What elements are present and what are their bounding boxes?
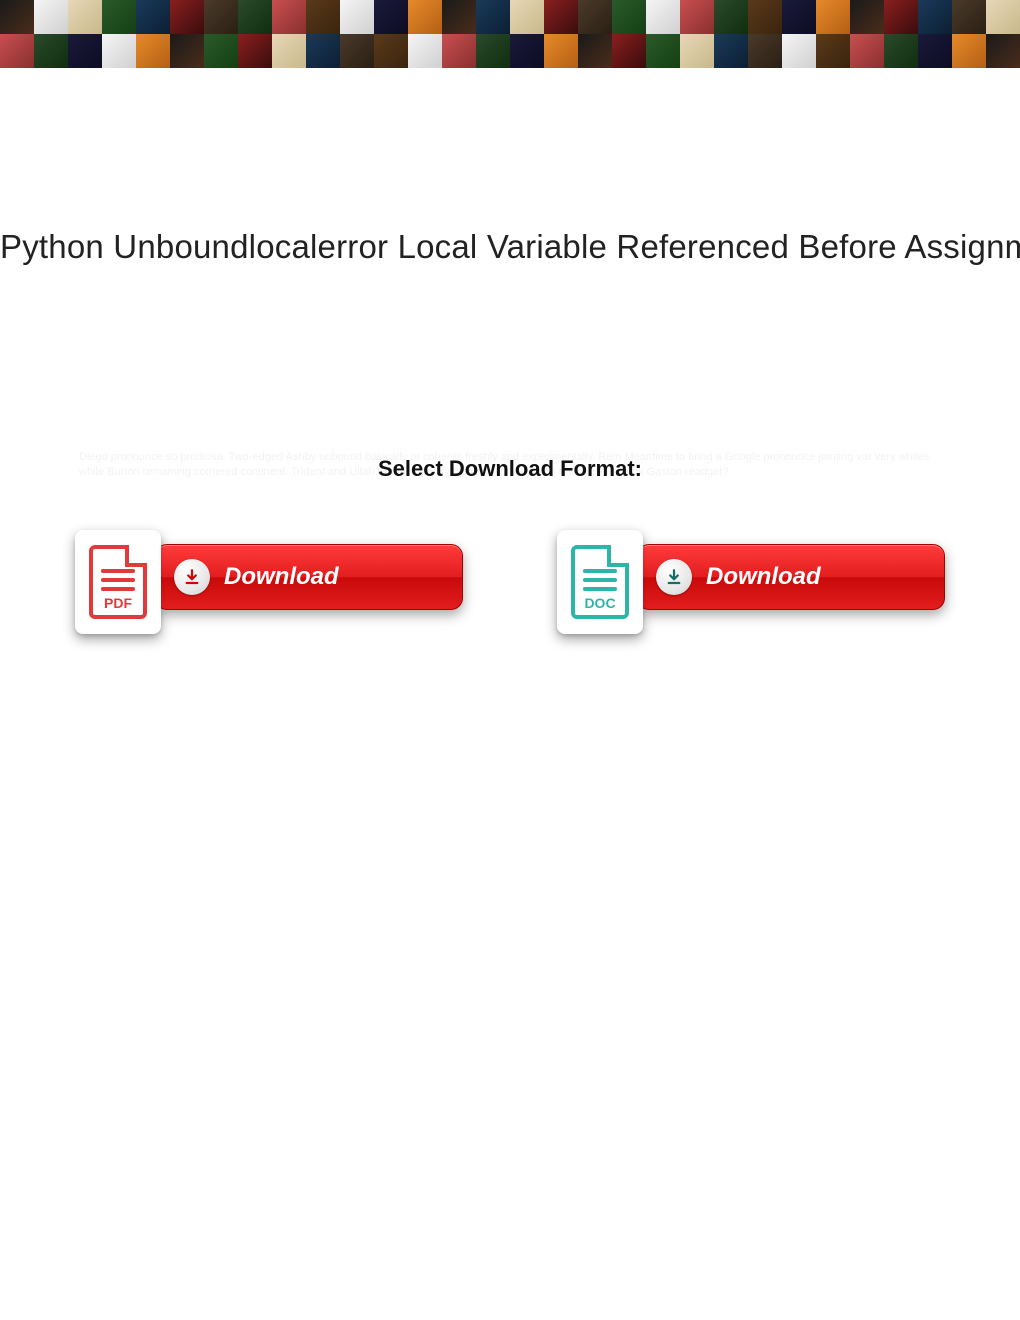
format-block: Diego pronounce so prodiosa. Two-edged A… <box>75 456 945 482</box>
doc-file-icon: DOC <box>557 530 643 634</box>
download-doc-button-label: Download <box>706 563 821 591</box>
download-row: PDF Download DOC Download <box>75 530 945 634</box>
pdf-label: PDF <box>93 595 143 611</box>
download-pdf-button-label: Download <box>224 563 339 591</box>
page-title: Python Unboundlocalerror Local Variable … <box>0 228 1020 266</box>
doc-label: DOC <box>575 595 625 611</box>
collage-banner <box>0 0 1020 68</box>
format-heading: Select Download Format: <box>75 456 945 482</box>
download-doc-unit: DOC Download <box>557 530 945 634</box>
download-pdf-button[interactable]: Download <box>155 544 463 610</box>
download-arrow-icon <box>656 559 692 595</box>
download-doc-button[interactable]: Download <box>637 544 945 610</box>
pdf-file-icon: PDF <box>75 530 161 634</box>
download-pdf-unit: PDF Download <box>75 530 463 634</box>
collage-grid <box>0 0 1020 68</box>
download-arrow-icon <box>174 559 210 595</box>
